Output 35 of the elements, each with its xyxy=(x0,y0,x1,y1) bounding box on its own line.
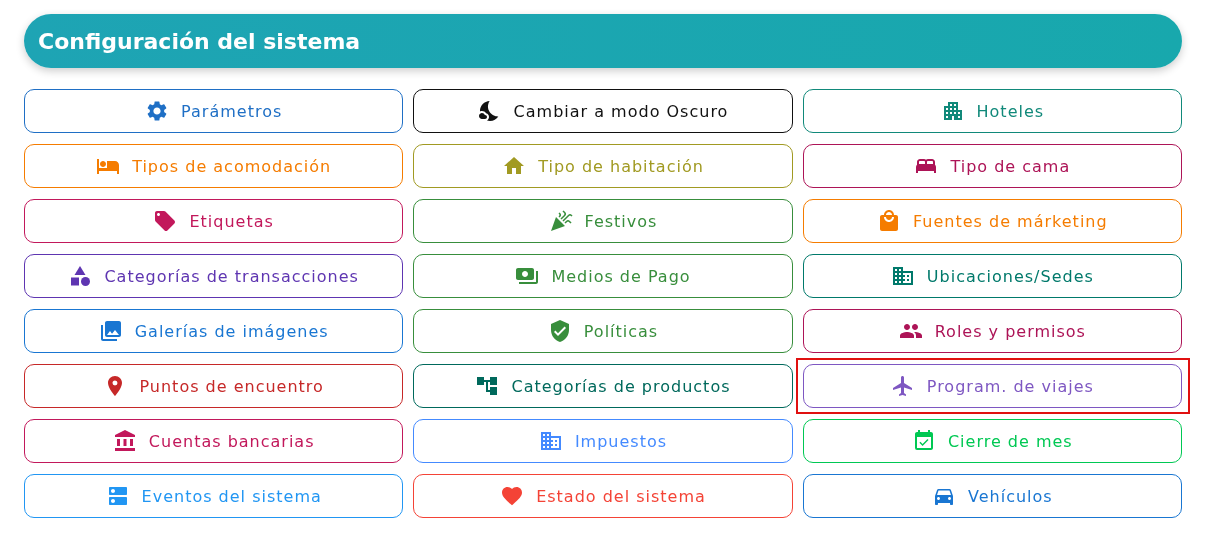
settings-button[interactable]: Impuestos xyxy=(413,419,793,463)
settings-button[interactable]: Vehículos xyxy=(802,474,1182,518)
settings-button[interactable]: Tipos de acomodación xyxy=(24,144,404,188)
hierarchy-icon xyxy=(475,374,500,398)
settings-button[interactable]: Roles y permisos xyxy=(802,309,1182,353)
party-popper-icon xyxy=(548,209,573,233)
shapes-icon xyxy=(68,264,93,288)
building-icon xyxy=(538,429,563,453)
shopping-bag-icon xyxy=(877,209,901,233)
settings-button[interactable]: Eventos del sistema xyxy=(24,474,404,518)
settings-button[interactable]: Políticas xyxy=(413,309,793,353)
settings-button[interactable]: Puntos de encuentro xyxy=(24,364,404,408)
settings-button[interactable]: Medios de Pago xyxy=(413,254,793,298)
settings-button[interactable]: Parámetros xyxy=(24,89,404,133)
settings-button[interactable]: Cambiar a modo Oscuro xyxy=(413,89,793,133)
settings-button[interactable]: Categorías de transacciones xyxy=(24,254,404,298)
settings-button[interactable]: Ubicaciones/Sedes xyxy=(802,254,1182,298)
heart-icon xyxy=(500,484,525,508)
settings-button[interactable]: Categorías de productos xyxy=(413,364,793,408)
settings-button[interactable]: Etiquetas xyxy=(24,199,404,243)
images-icon xyxy=(98,319,123,343)
building-icon xyxy=(890,264,915,288)
settings-button[interactable]: Galerías de imágenes xyxy=(24,309,404,353)
settings-button[interactable]: Estado del sistema xyxy=(413,474,793,518)
settings-button[interactable]: Fuentes de márketing xyxy=(802,199,1182,243)
bank-icon xyxy=(112,429,137,453)
tag-icon xyxy=(153,209,178,233)
settings-button[interactable]: Festivos xyxy=(413,199,793,243)
settings-button[interactable]: Program. de viajes xyxy=(802,364,1182,408)
settings-button[interactable]: Tipo de habitación xyxy=(413,144,793,188)
settings-button[interactable]: Cuentas bancarias xyxy=(24,419,404,463)
page-title: Configuración del sistema xyxy=(38,28,361,54)
settings-button[interactable]: Hoteles xyxy=(802,89,1182,133)
airplane-icon xyxy=(890,374,915,398)
settings-button[interactable]: Tipo de cama xyxy=(802,144,1182,188)
